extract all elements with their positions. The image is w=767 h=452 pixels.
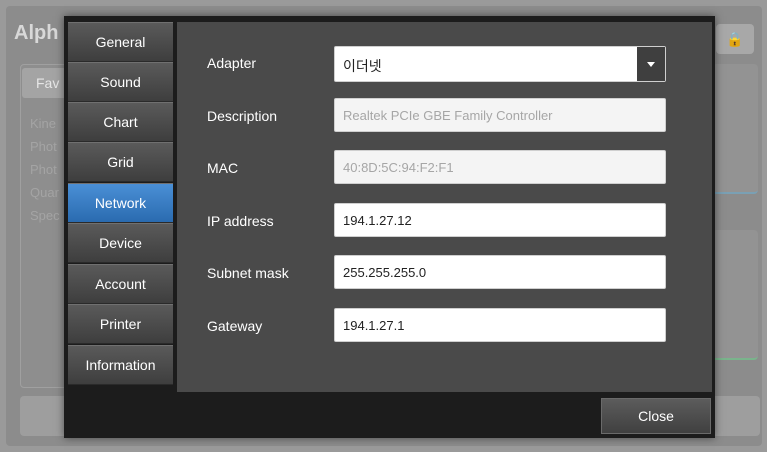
- background-list-item: Quar: [30, 185, 59, 200]
- tab-sound[interactable]: Sound: [68, 62, 173, 102]
- description-label: Description: [207, 108, 278, 124]
- tab-device[interactable]: Device: [68, 223, 173, 263]
- tab-printer[interactable]: Printer: [68, 304, 173, 344]
- close-button[interactable]: Close: [601, 398, 711, 434]
- tab-grid[interactable]: Grid: [68, 142, 173, 182]
- subnet-mask-field[interactable]: 255.255.255.0: [334, 255, 666, 289]
- gateway-label: Gateway: [207, 318, 263, 334]
- adapter-dropdown-button[interactable]: [637, 47, 665, 81]
- tab-chart[interactable]: Chart: [68, 102, 173, 142]
- background-app-title: Alph: [14, 22, 59, 44]
- ip-address-field[interactable]: 194.1.27.12: [334, 203, 666, 237]
- background-right-panel: [712, 64, 758, 194]
- tab-information[interactable]: Information: [68, 345, 173, 385]
- settings-sidebar: General Sound Chart Grid Network Device …: [68, 22, 173, 388]
- tab-network[interactable]: Network: [68, 183, 173, 223]
- lock-icon: 🔒: [716, 24, 754, 54]
- adapter-label: Adapter: [207, 55, 257, 71]
- tab-general[interactable]: General: [68, 22, 173, 62]
- chevron-down-icon: [647, 61, 655, 67]
- adapter-select[interactable]: 이더넷: [334, 46, 666, 82]
- description-field: Realtek PCIe GBE Family Controller: [334, 98, 666, 132]
- background-list-item: Kine: [30, 116, 57, 131]
- tab-account[interactable]: Account: [68, 264, 173, 304]
- gateway-field[interactable]: 194.1.27.1: [334, 308, 666, 342]
- mac-field: 40:8D:5C:94:F2:F1: [334, 150, 666, 184]
- background-list: Kine Phot Phot Quar Spec: [30, 112, 60, 227]
- adapter-select-value: 이더넷: [343, 59, 382, 75]
- background-list-item: Spec: [30, 208, 60, 223]
- mac-label: MAC: [207, 160, 239, 176]
- background-list-item: Phot: [30, 139, 57, 154]
- ip-address-label: IP address: [207, 213, 274, 229]
- background-right-panel: [712, 230, 758, 360]
- subnet-mask-label: Subnet mask: [207, 265, 289, 281]
- background-list-item: Phot: [30, 162, 57, 177]
